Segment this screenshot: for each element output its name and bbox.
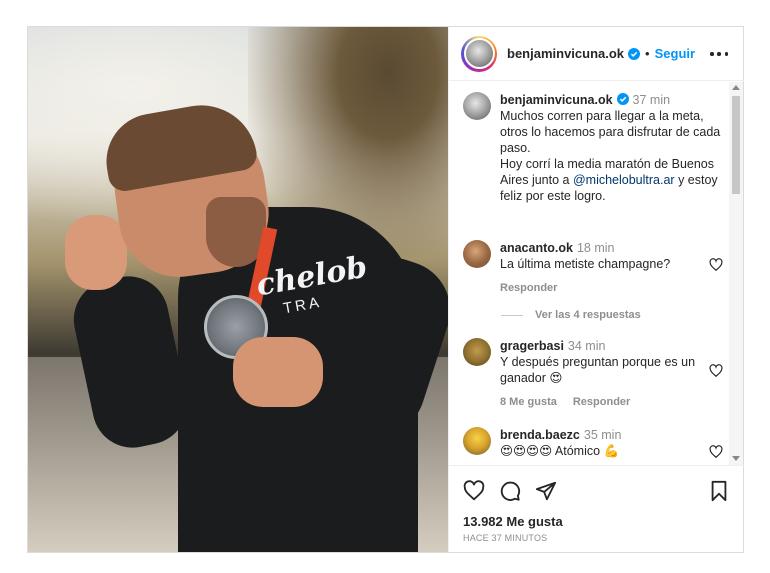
post-caption: benjaminvicuna.ok 37 min Muchos corren pa…	[463, 92, 723, 204]
scrollbar-thumb[interactable]	[732, 96, 740, 194]
comment-actions: Responder	[500, 280, 700, 296]
share-icon[interactable]	[535, 480, 557, 502]
caption-body: benjaminvicuna.ok 37 min Muchos corren pa…	[500, 92, 722, 204]
comment-item: brenda.baezc 35 min 😍😍😍😍 Atómico 💪	[463, 427, 723, 459]
caption-username[interactable]: benjaminvicuna.ok	[500, 93, 613, 107]
instagram-post: chelob TRA benjaminvicuna.ok • Seguir be…	[27, 26, 744, 553]
reply-button[interactable]: Responder	[500, 280, 557, 296]
heart-icon[interactable]	[463, 480, 485, 502]
heart-icon[interactable]	[709, 445, 723, 459]
view-replies-label[interactable]: Ver las 4 respuestas	[535, 309, 641, 321]
save-icon[interactable]	[708, 480, 730, 502]
caption-avatar[interactable]	[463, 92, 491, 120]
caption-text-1: Muchos corren para llegar a la meta, otr…	[500, 109, 721, 155]
comment-username[interactable]: gragerbasi	[500, 339, 564, 353]
author-avatar[interactable]	[463, 38, 495, 69]
reply-button[interactable]: Responder	[573, 394, 630, 410]
comment-text: Y después preguntan porque es un ganador…	[500, 355, 696, 385]
comment-likes[interactable]: 8 Me gusta	[500, 394, 557, 410]
post-side-panel: benjaminvicuna.ok • Seguir benjaminvicun…	[448, 27, 744, 552]
follow-button[interactable]: Seguir	[655, 46, 695, 61]
view-replies-button[interactable]: Ver las 4 respuestas	[501, 309, 641, 321]
comment-time: 35 min	[583, 428, 622, 442]
comment-item: anacanto.ok 18 min La última metiste cham…	[463, 240, 723, 296]
comment-time: 18 min	[576, 241, 615, 255]
commenter-avatar[interactable]	[463, 338, 491, 366]
verified-icon	[616, 93, 629, 105]
caption-mention[interactable]: @michelobultra.ar	[573, 173, 675, 187]
post-timestamp: HACE 37 MINUTOS	[463, 533, 548, 543]
caption-time: 37 min	[632, 93, 671, 107]
comments-scrollbar[interactable]	[729, 82, 743, 465]
scroll-up-arrow-icon[interactable]	[732, 85, 740, 90]
post-actions	[463, 480, 557, 502]
comment-actions: 8 Me gusta Responder	[500, 394, 700, 410]
verified-icon	[628, 47, 641, 60]
photo-fist	[65, 215, 127, 290]
commenter-avatar[interactable]	[463, 427, 491, 455]
post-action-bar: 13.982 Me gusta HACE 37 MINUTOS	[449, 465, 744, 552]
post-photo[interactable]: chelob TRA	[28, 27, 448, 552]
commenter-avatar[interactable]	[463, 240, 491, 268]
comment-icon[interactable]	[499, 480, 521, 502]
heart-icon[interactable]	[709, 364, 723, 378]
comment-username[interactable]: brenda.baezc	[500, 428, 580, 442]
comment-body: gragerbasi 34 min Y después preguntan por…	[500, 338, 700, 410]
comment-username[interactable]: anacanto.ok	[500, 241, 573, 255]
photo-hand	[233, 337, 323, 407]
likes-count[interactable]: 13.982 Me gusta	[463, 514, 563, 529]
comment-time: 34 min	[567, 339, 606, 353]
story-ring[interactable]	[461, 35, 497, 72]
replies-divider	[501, 314, 523, 316]
comment-body: brenda.baezc 35 min 😍😍😍😍 Atómico 💪	[500, 427, 700, 459]
post-header: benjaminvicuna.ok • Seguir	[449, 27, 744, 81]
header-separator: •	[645, 46, 650, 61]
heart-icon[interactable]	[709, 258, 723, 272]
more-icon[interactable]	[710, 45, 728, 63]
comment-body: anacanto.ok 18 min La última metiste cham…	[500, 240, 700, 296]
comment-text: La última metiste champagne?	[500, 257, 671, 271]
comment-text: 😍😍😍😍 Atómico 💪	[500, 444, 620, 458]
comment-item: gragerbasi 34 min Y después preguntan por…	[463, 338, 723, 410]
author-username[interactable]: benjaminvicuna.ok	[507, 46, 624, 61]
scroll-down-arrow-icon[interactable]	[732, 456, 740, 461]
comments-list[interactable]: benjaminvicuna.ok 37 min Muchos corren pa…	[449, 82, 730, 465]
